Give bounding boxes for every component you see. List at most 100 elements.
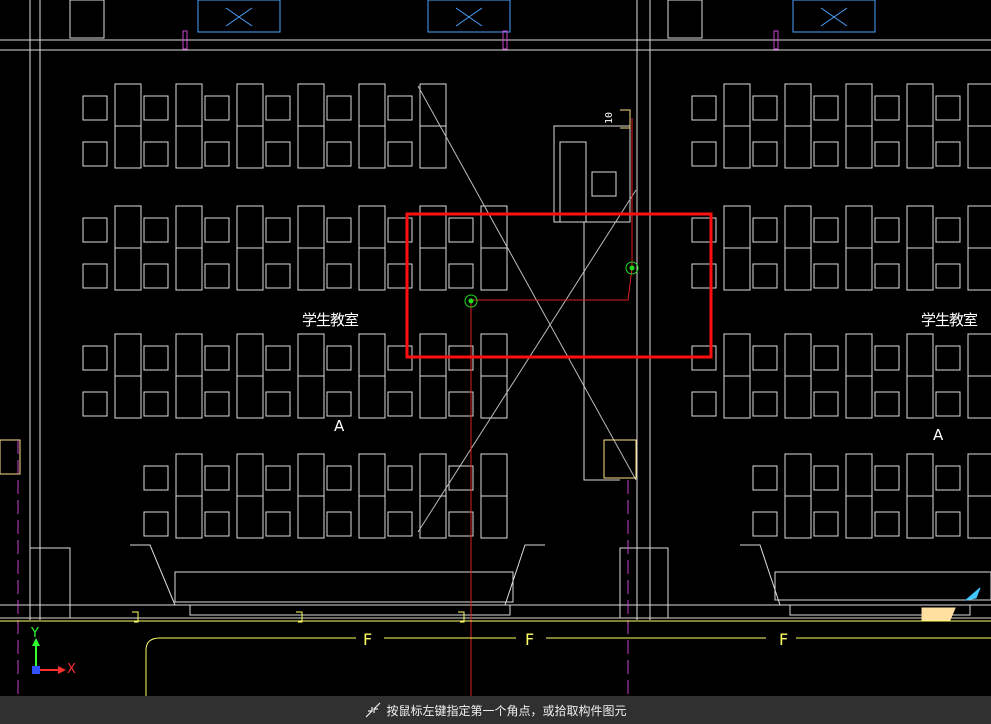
- axis-label-a: A: [334, 417, 345, 435]
- window-symbol: [427, 0, 511, 33]
- shaft: [69, 0, 105, 39]
- cad-drawing-canvas[interactable]: [0, 0, 991, 696]
- ucs-x-label: X: [67, 662, 76, 677]
- chair: [813, 465, 839, 491]
- chair: [874, 465, 900, 491]
- chair: [204, 95, 230, 121]
- door-frame: [130, 544, 176, 606]
- chair: [752, 391, 778, 417]
- chair: [265, 391, 291, 417]
- chair: [204, 511, 230, 537]
- axis-label-a-2: A: [933, 426, 944, 444]
- equipment-tag: 10: [604, 111, 615, 124]
- chair: [82, 141, 108, 167]
- chair: [752, 263, 778, 289]
- chair: [143, 391, 169, 417]
- chair: [204, 391, 230, 417]
- chair: [82, 345, 108, 371]
- chair: [752, 465, 778, 491]
- window-symbol: [792, 0, 876, 33]
- chair: [448, 217, 474, 243]
- grid-line-label-f: F: [363, 630, 373, 649]
- crosshair-select-icon: [366, 702, 381, 718]
- device-marker: [468, 298, 474, 304]
- door-tag: [921, 607, 956, 621]
- walls: [0, 0, 991, 620]
- shaft: [667, 0, 703, 39]
- chair: [143, 141, 169, 167]
- diagonal: [417, 189, 637, 533]
- chair: [813, 141, 839, 167]
- chair: [813, 263, 839, 289]
- chair: [265, 511, 291, 537]
- circuit-line: [471, 267, 633, 301]
- chair: [265, 95, 291, 121]
- chair: [752, 511, 778, 537]
- ucs-icon: [32, 638, 66, 674]
- chair: [448, 263, 474, 289]
- desk-layout: [82, 83, 991, 539]
- chair: [265, 465, 291, 491]
- chair: [265, 345, 291, 371]
- chair: [691, 95, 717, 121]
- command-status-bar: 按鼠标左键指定第一个角点，或拾取构件图元: [0, 696, 991, 724]
- chair: [935, 217, 961, 243]
- chair: [448, 511, 474, 537]
- chair: [691, 141, 717, 167]
- chair: [752, 345, 778, 371]
- room-label-classroom: 学生教室: [302, 311, 359, 329]
- chair: [204, 217, 230, 243]
- chair: [874, 141, 900, 167]
- chair: [387, 511, 413, 537]
- room-label-classroom-2: 学生教室: [921, 311, 978, 329]
- chair: [204, 465, 230, 491]
- chair: [82, 95, 108, 121]
- chair: [265, 217, 291, 243]
- drawing-details: [0, 0, 991, 696]
- chair: [326, 263, 352, 289]
- chair: [935, 141, 961, 167]
- chair: [143, 345, 169, 371]
- selection-window[interactable]: [405, 212, 713, 359]
- chair: [143, 217, 169, 243]
- chair: [935, 511, 961, 537]
- device-marker: [629, 265, 635, 271]
- bench: [174, 571, 514, 603]
- chair: [143, 511, 169, 537]
- chair: [935, 263, 961, 289]
- chair: [935, 391, 961, 417]
- chair: [82, 391, 108, 417]
- door-frame: [504, 544, 545, 606]
- chair: [874, 217, 900, 243]
- window-symbol: [197, 0, 281, 33]
- chair: [935, 465, 961, 491]
- chair: [935, 95, 961, 121]
- chair: [143, 95, 169, 121]
- lectern-part: [591, 171, 617, 197]
- chair: [326, 391, 352, 417]
- lectern-part: [559, 141, 587, 223]
- chair: [813, 511, 839, 537]
- chair: [691, 391, 717, 417]
- grid-line: [145, 637, 356, 696]
- window: [189, 604, 511, 616]
- chair: [752, 217, 778, 243]
- chair: [326, 217, 352, 243]
- chair: [387, 465, 413, 491]
- chair: [448, 391, 474, 417]
- chair: [326, 141, 352, 167]
- grid-line-label-f-2: F: [525, 630, 535, 649]
- chair: [326, 95, 352, 121]
- chair: [326, 345, 352, 371]
- chair: [874, 263, 900, 289]
- chair: [813, 95, 839, 121]
- door-frame: [740, 544, 781, 606]
- chair: [387, 391, 413, 417]
- speaker: [0, 439, 21, 475]
- chair: [874, 391, 900, 417]
- chair: [813, 345, 839, 371]
- chair: [387, 95, 413, 121]
- chair: [326, 465, 352, 491]
- diagonal: [417, 85, 637, 481]
- chair: [82, 217, 108, 243]
